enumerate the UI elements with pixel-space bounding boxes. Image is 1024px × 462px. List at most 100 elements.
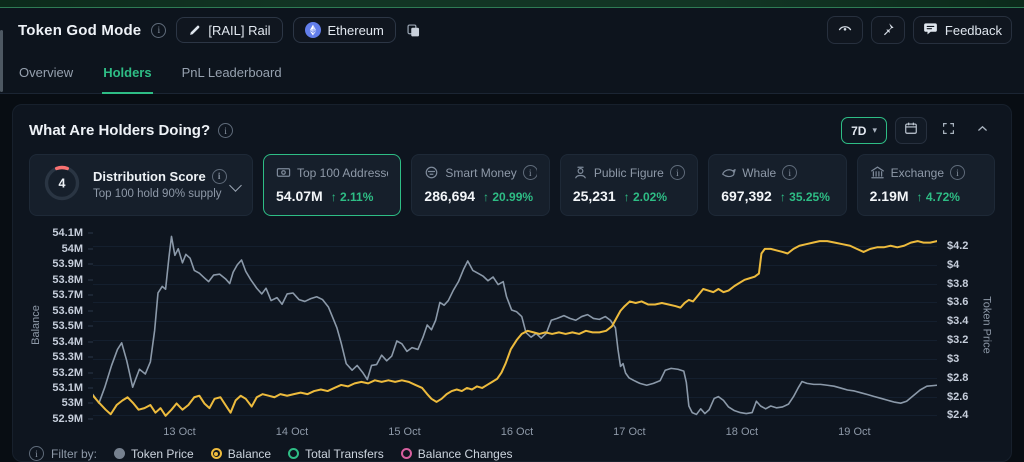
right-axis-ticks: $4.2$4$3.8$3.6$3.4$3.2$3$2.8$2.6$2.4 [937, 228, 979, 422]
filter-balance-changes[interactable]: Balance Changes [401, 447, 513, 461]
card-value: 25,231 [573, 188, 616, 204]
page-title: Token God Mode [18, 22, 141, 39]
copy-icon[interactable] [406, 23, 421, 38]
left-tick-label: 53.8M [52, 274, 83, 286]
right-tick-label: $2.6 [947, 391, 968, 403]
info-icon[interactable]: i [218, 123, 233, 138]
calendar-icon [904, 121, 918, 140]
token-pill[interactable]: [RAIL] Rail [176, 17, 282, 43]
pin-icon [881, 22, 895, 39]
x-axis-labels: 13 Oct14 Oct15 Oct16 Oct17 Oct18 Oct19 O… [93, 422, 937, 439]
tab-pnl-leaderboard[interactable]: PnL Leaderboard [181, 52, 283, 94]
token-pill-label: [RAIL] Rail [208, 23, 270, 38]
tabs: Overview Holders PnL Leaderboard [0, 52, 1024, 94]
whale-card[interactable]: Whalei 697,392 ↑ 35.25% [708, 154, 846, 216]
left-tick-label: 54M [62, 243, 83, 255]
stat-cards: 4Distribution ScoreiTop 100 hold 90% sup… [29, 154, 995, 216]
svg-text:4: 4 [59, 176, 66, 190]
filter-total-transfers[interactable]: Total Transfers [288, 447, 384, 461]
feedback-button[interactable]: Feedback [913, 16, 1012, 44]
info-icon[interactable]: i [212, 169, 227, 184]
whale-icon [721, 165, 736, 180]
timeframe-value: 7D [851, 124, 866, 138]
tab-overview[interactable]: Overview [18, 52, 74, 94]
feedback-label: Feedback [945, 23, 1002, 38]
exchange-card[interactable]: Exchange i 2.19M ↑ 4.72% [857, 154, 995, 216]
public-figure-card[interactable]: Public Figurei25,231↑ 2.02% [560, 154, 698, 216]
card-value: 697,392 [721, 188, 772, 204]
card-change: ↑ 2.02% [624, 190, 667, 204]
balance-line [93, 241, 937, 416]
holders-panel: What Are Holders Doing? i 7D ▾ [12, 104, 1012, 462]
filter-balance[interactable]: Balance [211, 447, 271, 461]
collapse-button[interactable] [969, 119, 995, 143]
info-icon[interactable]: i [151, 23, 166, 38]
info-icon[interactable]: i [950, 165, 965, 180]
filter-label: Filter by: [51, 447, 97, 461]
card-value: 2.19M [870, 188, 909, 204]
card-change: ↑ 35.25% [780, 190, 830, 204]
card-change: ↑ 20.99% [483, 190, 533, 204]
right-tick-label: $3.2 [947, 334, 968, 346]
total-transfers-radio-icon [288, 448, 299, 459]
x-tick-label: 18 Oct [726, 426, 758, 438]
feedback-icon [923, 21, 938, 39]
caret-down-icon: ▾ [872, 125, 877, 136]
card-value: 54.07M [276, 188, 323, 204]
card-change: ↑ 2.11% [331, 190, 374, 204]
banknote-icon [276, 165, 291, 180]
left-tick-label: 52.9M [52, 413, 83, 425]
left-tick-label: 53.5M [52, 320, 83, 332]
card-title: Top 100 Addresses [297, 166, 388, 180]
card-title: Exchange [891, 166, 944, 180]
left-tick-label: 53.6M [52, 305, 83, 317]
card-title: Whale [742, 166, 776, 180]
top-100-addresses-card[interactable]: Top 100 Addressesi54.07M↑ 2.11% [263, 154, 401, 216]
filter-item-label: Total Transfers [305, 447, 384, 461]
calendar-button[interactable] [895, 117, 927, 144]
filter-token-price[interactable]: Token Price [114, 447, 194, 461]
tab-holders[interactable]: Holders [102, 52, 152, 94]
x-tick-label: 15 Oct [388, 426, 420, 438]
right-tick-label: $2.4 [947, 409, 968, 421]
right-tick-label: $3.4 [947, 315, 968, 327]
info-icon[interactable]: i [523, 165, 537, 180]
card-title: Smart Money [445, 166, 516, 180]
left-axis-ticks: 54.1M54M53.9M53.8M53.7M53.6M53.5M53.4M53… [43, 228, 93, 422]
chevron-down-icon[interactable] [229, 179, 242, 192]
holders-chart: Balance 54.1M54M53.9M53.8M53.7M53.6M53.5… [29, 228, 995, 439]
ethereum-icon [305, 22, 321, 38]
panel-title: What Are Holders Doing? [29, 122, 210, 139]
filter-item-label: Balance Changes [418, 447, 513, 461]
top-accent-strip [0, 0, 1024, 8]
left-tick-label: 53.1M [52, 382, 83, 394]
public-figure-icon [573, 165, 588, 180]
left-tick-label: 53.7M [52, 289, 83, 301]
info-icon[interactable]: i [782, 165, 797, 180]
card-value: 286,694 [424, 188, 475, 204]
eye-icon [837, 21, 853, 40]
left-tick-label: 53M [62, 397, 83, 409]
scrollbar-thumb[interactable] [0, 30, 3, 92]
app-header: Token God Mode i [RAIL] Rail Ethereum [0, 8, 1024, 52]
chain-pill[interactable]: Ethereum [293, 17, 396, 43]
info-icon[interactable]: i [670, 165, 685, 180]
watch-button[interactable] [827, 16, 863, 44]
score-subtitle: Top 100 hold 90% supply [93, 188, 222, 200]
chain-pill-label: Ethereum [328, 23, 384, 38]
card-change: ↑ 4.72% [917, 190, 960, 204]
score-gauge: 4 [42, 163, 82, 208]
timeframe-select[interactable]: 7D ▾ [841, 117, 887, 144]
x-tick-label: 14 Oct [276, 426, 308, 438]
expand-button[interactable] [935, 119, 961, 143]
balance-changes-radio-icon [401, 448, 412, 459]
filter-row: i Filter by: Token PriceBalanceTotal Tra… [29, 446, 995, 461]
pin-button[interactable] [871, 16, 905, 44]
distribution-score-card[interactable]: 4Distribution ScoreiTop 100 hold 90% sup… [29, 154, 253, 216]
left-tick-label: 53.3M [52, 351, 83, 363]
filter-item-label: Token Price [131, 447, 194, 461]
chart-plot-area[interactable] [93, 228, 937, 422]
left-tick-label: 53.4M [52, 336, 83, 348]
x-tick-label: 13 Oct [163, 426, 195, 438]
smart-money-card[interactable]: Smart Money i 286,694 ↑ 20.99% [411, 154, 549, 216]
